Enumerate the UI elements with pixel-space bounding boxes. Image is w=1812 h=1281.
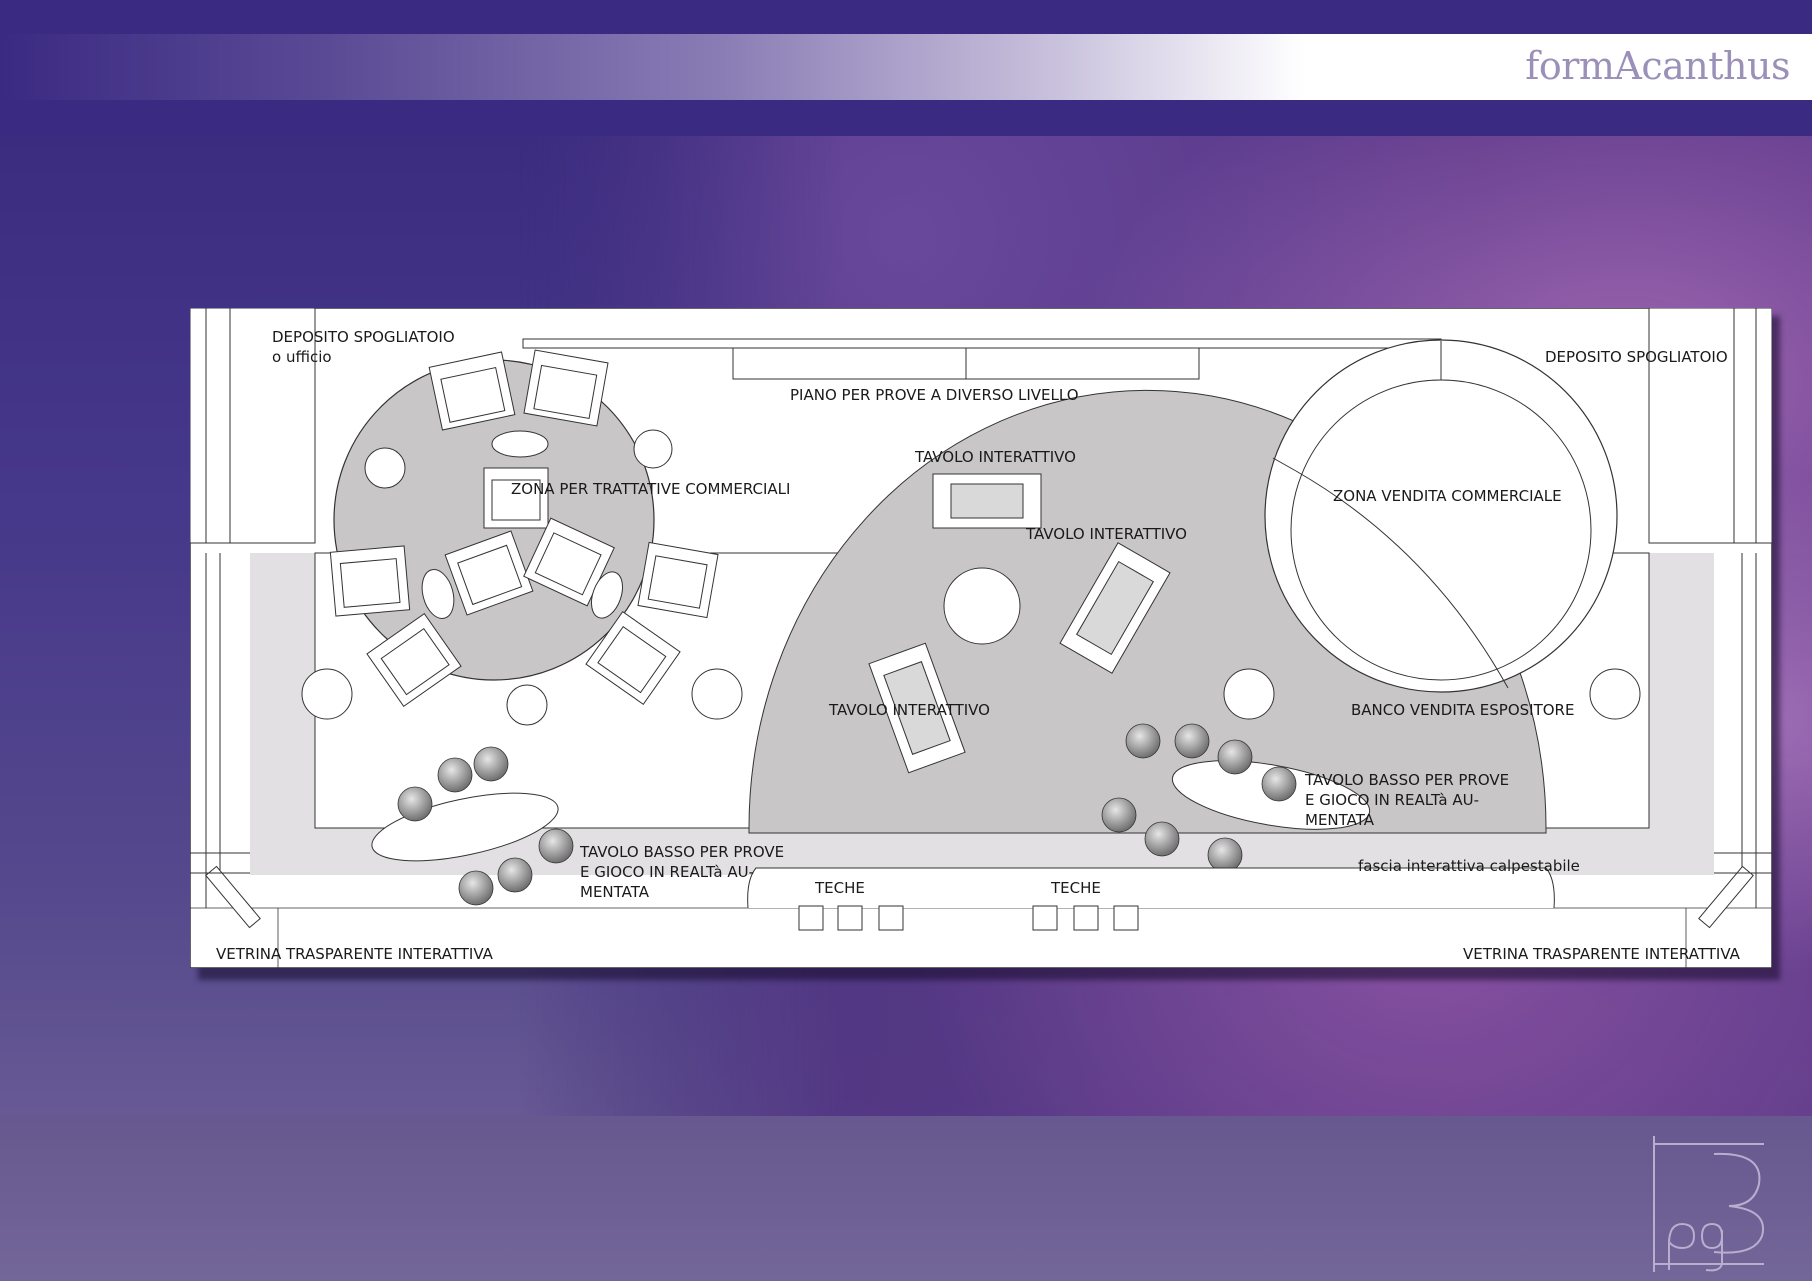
label-banco-vendita: BANCO VENDITA ESPOSITORE xyxy=(1351,701,1574,719)
label-teche-right: TECHE xyxy=(1050,879,1101,897)
label-piano-prove: PIANO PER PROVE A DIVERSO LIVELLO xyxy=(790,386,1079,404)
label-teche-left: TECHE xyxy=(814,879,865,897)
label-tavolo-basso-left-2: E GIOCO IN REALTà AU- xyxy=(580,863,754,881)
label-tavolo-basso-right-3: MENTATA xyxy=(1305,811,1375,829)
label-deposito-right: DEPOSITO SPOGLIATOIO xyxy=(1545,348,1728,366)
label-deposito-left-sub: o ufficio xyxy=(272,348,332,366)
label-fascia-interattiva: fascia interattiva calpestabile xyxy=(1358,857,1580,875)
deposito-right xyxy=(1648,308,1772,544)
bottom-band xyxy=(0,1116,1812,1281)
label-vetrina-left: VETRINA TRASPARENTE INTERATTIVA xyxy=(216,945,494,963)
label-tavolo-basso-left-3: MENTATA xyxy=(580,883,650,901)
label-zona-vendita: ZONA VENDITA COMMERCIALE xyxy=(1333,487,1562,505)
header-under-band xyxy=(0,100,1812,136)
label-tavolo-interattivo-low: TAVOLO INTERATTIVO xyxy=(828,701,990,719)
top-band xyxy=(0,0,1812,34)
label-zona-trattative: ZONA PER TRATTATIVE COMMERCIALI xyxy=(511,480,790,498)
label-tavolo-basso-right-1: TAVOLO BASSO PER PROVE xyxy=(1304,771,1509,789)
page-number-mark: pg3 xyxy=(1653,1136,1765,1272)
label-tavolo-basso-left-1: TAVOLO BASSO PER PROVE xyxy=(579,843,784,861)
floor-plan: DEPOSITO SPOGLIATOIO o ufficio DEPOSITO … xyxy=(190,308,1772,968)
label-deposito-left: DEPOSITO SPOGLIATOIO xyxy=(272,328,455,346)
label-vetrina-right: VETRINA TRASPARENTE INTERATTIVA xyxy=(1463,945,1741,963)
label-tavolo-interattivo-top: TAVOLO INTERATTIVO xyxy=(914,448,1076,466)
label-tavolo-basso-right-2: E GIOCO IN REALTà AU- xyxy=(1305,791,1479,809)
zona-vendita-inner xyxy=(1290,379,1592,681)
brand-logo: formAcanthus xyxy=(1525,44,1790,88)
stage-rail xyxy=(522,338,1442,349)
label-tavolo-interattivo-mid: TAVOLO INTERATTIVO xyxy=(1025,525,1187,543)
